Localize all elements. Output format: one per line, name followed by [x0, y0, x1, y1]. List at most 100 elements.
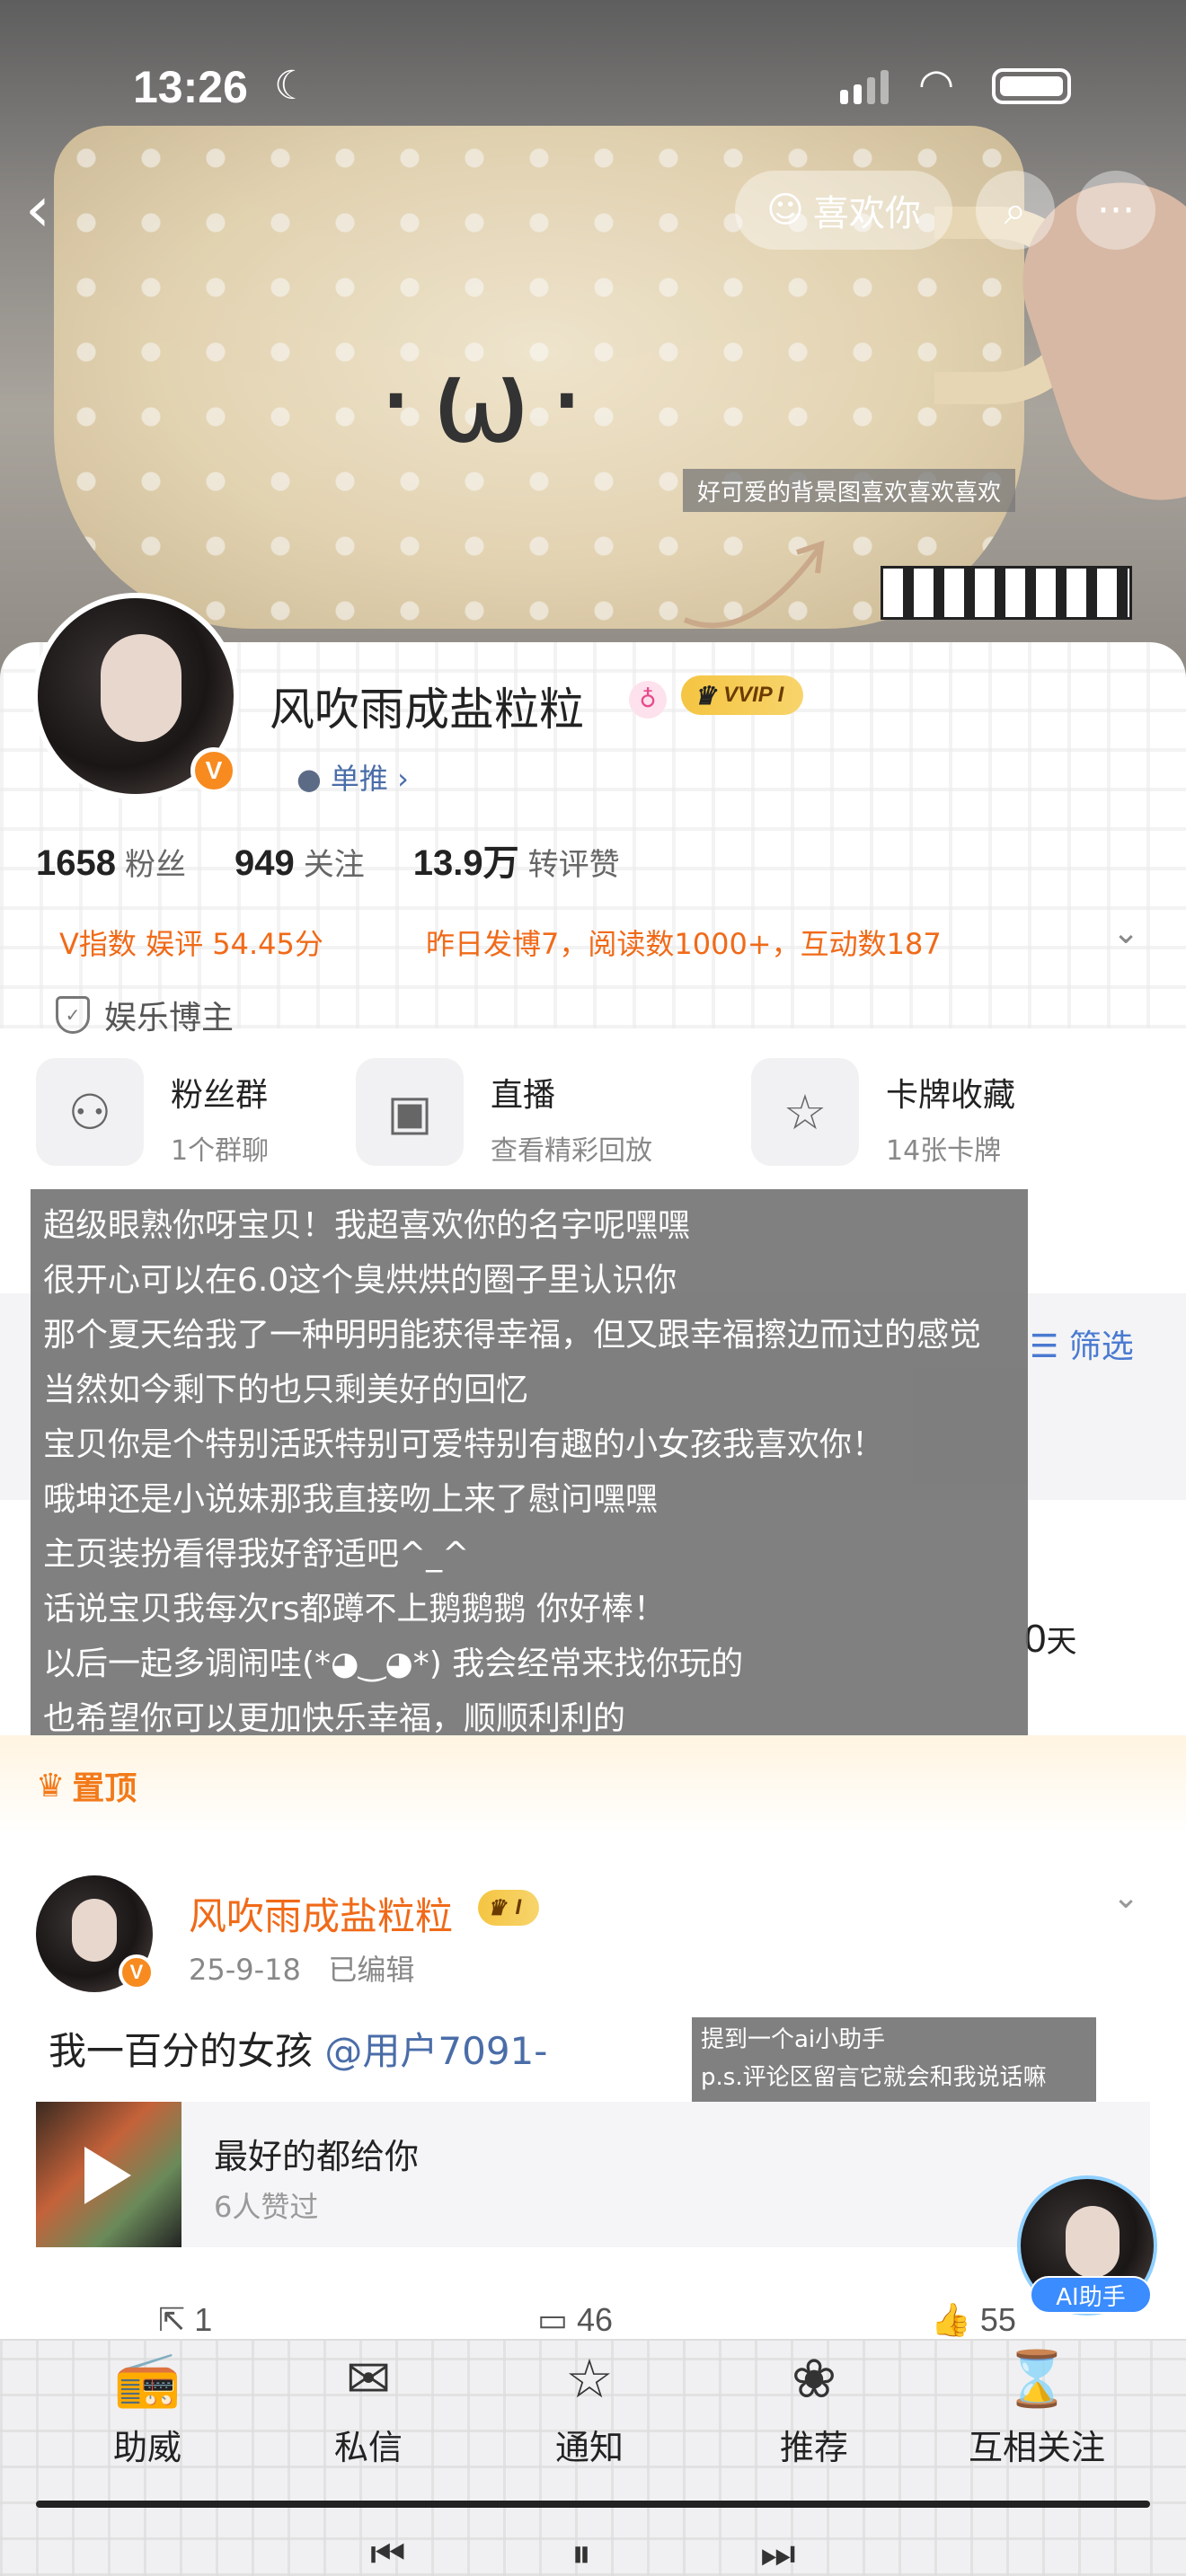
- fan-group-title: 粉丝群: [171, 1077, 269, 1114]
- post-author[interactable]: 风吹雨成盐粒粒: [189, 1886, 453, 1941]
- post-verified-badge: V: [119, 1954, 155, 1990]
- following-count: 949: [234, 843, 295, 883]
- v-index[interactable]: V指数 娱评 54.45分: [59, 922, 323, 963]
- note-line: 主页装扮看得我好舒适吧^_^: [43, 1536, 470, 1573]
- ai-note-line: p.s.评论区留言它就会和我说话嘛: [701, 2064, 1047, 2091]
- progress-bar[interactable]: [36, 2501, 1150, 2508]
- post-body: 我一百分的女孩: [49, 2029, 314, 2073]
- note-line: 宝贝你是个特别活跃特别可爱特别有趣的小女孩我喜欢你！: [43, 1426, 885, 1463]
- profile-name: 风吹雨成盐粒粒: [270, 684, 584, 736]
- post-level: I: [515, 1895, 522, 1919]
- following-label: 关注: [303, 847, 365, 883]
- arrow-doodle: [683, 540, 825, 629]
- rose-icon: ❀: [791, 2348, 837, 2411]
- tab-messages[interactable]: ✉ 私信: [279, 2339, 458, 2483]
- pause-icon[interactable]: ⏸: [571, 2531, 591, 2576]
- post-meta: 25-9-18 已编辑: [189, 1947, 414, 1989]
- repost-count: 1: [194, 2301, 213, 2338]
- activity-summary[interactable]: 昨日发博7，阅读数1000+，互动数187: [426, 922, 942, 963]
- shield-icon: ✓: [56, 996, 90, 1034]
- fan-group-entry[interactable]: ⚇ 粉丝群 1个群聊: [36, 1058, 269, 1175]
- comment-icon: ▭: [537, 2301, 569, 2338]
- thumbs-up-icon: 👍: [931, 2301, 971, 2338]
- like-count: 55: [979, 2301, 1016, 2338]
- person-icon: ●: [296, 762, 322, 796]
- post-edited: 已编辑: [328, 1953, 415, 1987]
- fan-group-sub: 1个群聊: [171, 1135, 270, 1167]
- tab-recommend[interactable]: ❀ 推荐: [724, 2339, 904, 2483]
- tab-label: 私信: [333, 2428, 403, 2467]
- comment-count: 46: [577, 2301, 614, 2338]
- crown-icon: ♛: [36, 1767, 66, 1804]
- player-controls: ⏮ ⏸ ⏭: [0, 2531, 1186, 2576]
- filter-label: 筛选: [1068, 1328, 1134, 1365]
- repost-button[interactable]: ⇱ 1: [158, 2301, 212, 2339]
- like-button[interactable]: 👍 55: [931, 2301, 1016, 2339]
- chevron-down-icon[interactable]: ⌄: [1112, 914, 1139, 951]
- status-bar: 13:26 ☾ ◠: [0, 0, 1186, 153]
- cup-face: ·ω·: [377, 332, 604, 469]
- background-note: 好可爱的背景图喜欢喜欢喜欢: [683, 469, 1015, 512]
- moon-icon: ☾: [274, 63, 310, 109]
- pink-badge-icon[interactable]: ♁: [629, 681, 667, 719]
- tv-icon: ▣: [356, 1058, 464, 1166]
- note-line: 超级眼熟你呀宝贝！我超喜欢你的名字呢嘿嘿: [43, 1207, 691, 1244]
- single-push-link[interactable]: ● 单推 ›: [296, 756, 409, 798]
- tab-label: 通知: [554, 2428, 624, 2467]
- live-entry[interactable]: ▣ 直播查看精彩回放: [356, 1058, 652, 1175]
- days-unit: 天: [1046, 1624, 1077, 1660]
- tab-mutual-follow[interactable]: ⌛ 互相关注: [947, 2339, 1127, 2483]
- back-button[interactable]: ‹: [25, 178, 97, 250]
- next-icon[interactable]: ⏭: [760, 2531, 796, 2576]
- rabbit-icon: ☺: [766, 190, 804, 231]
- following-stat[interactable]: 949 关注: [235, 840, 365, 884]
- envelope-icon: ✉: [345, 2348, 392, 2411]
- search-button[interactable]: ⌕: [976, 171, 1055, 250]
- repost-icon: ⇱: [158, 2301, 186, 2338]
- live-title: 直播: [491, 1077, 556, 1114]
- feature-row: ⚇ 粉丝群 1个群聊 ▣ 直播 查看精彩回放 ☆ 卡牌收藏 14张卡牌: [36, 1058, 1168, 1175]
- tab-label: 推荐: [779, 2428, 848, 2467]
- days-counter: 0天: [1024, 1617, 1076, 1662]
- album-cover: [36, 2102, 181, 2247]
- pinned-banner: [0, 1735, 1186, 1834]
- handwritten-note: 超级眼熟你呀宝贝！我超喜欢你的名字呢嘿嘿 很开心可以在6.0这个臭烘烘的圈子里认…: [31, 1189, 1028, 1757]
- more-button[interactable]: ···: [1076, 171, 1155, 250]
- note-line: 话说宝贝我每次rs都蹲不上鹅鹅鹅 你好棒！: [43, 1591, 667, 1628]
- previous-icon[interactable]: ⏮: [370, 2531, 406, 2576]
- more-icon: ···: [1097, 187, 1135, 234]
- post-actions: ⇱ 1 ▭ 46 👍 55: [0, 2301, 1186, 2339]
- piano-keys-decoration: [881, 566, 1132, 620]
- battery-icon: [992, 68, 1071, 104]
- followers-stat[interactable]: 1658 粉丝: [36, 840, 186, 884]
- post-mention[interactable]: @用户7091-: [324, 2029, 547, 2073]
- music-card[interactable]: 最好的都给你 6人赞过: [36, 2102, 1150, 2247]
- category-label: 娱乐博主: [104, 1000, 235, 1037]
- hourglass-icon: ⌛: [1003, 2348, 1071, 2411]
- speaker-icon: 📻: [113, 2348, 181, 2411]
- card-collection-entry[interactable]: ☆ 卡牌收藏 14张卡牌: [751, 1058, 1015, 1175]
- note-line: 当然如今剩下的也只剩美好的回忆: [43, 1372, 529, 1408]
- verified-badge: V: [190, 747, 237, 794]
- note-line: 以后一起多调闹哇(*◕‿◕*) 我会经常来找你玩的: [43, 1645, 744, 1682]
- filter-button[interactable]: ☰ 筛选: [1030, 1320, 1134, 1367]
- play-icon[interactable]: [84, 2147, 131, 2204]
- post-menu-chevron-icon[interactable]: ⌄: [1112, 1879, 1139, 1916]
- single-push-label: 单推: [330, 762, 388, 796]
- note-line: 很开心可以在6.0这个臭烘烘的圈子里认识你: [43, 1262, 677, 1299]
- tab-notifications[interactable]: ☆ 通知: [500, 2339, 679, 2483]
- live-sub: 查看精彩回放: [491, 1135, 652, 1167]
- like-you-button[interactable]: ☺ 喜欢你: [735, 171, 952, 250]
- post-level-badge: ♛ I: [478, 1890, 540, 1926]
- comment-button[interactable]: ▭ 46: [537, 2301, 613, 2339]
- crown-icon: ♛: [694, 681, 717, 710]
- card-collection-sub: 14张卡牌: [886, 1135, 1002, 1167]
- note-line: 那个夏天给我了一种明明能获得幸福，但又跟幸福擦边而过的感觉: [43, 1317, 982, 1354]
- tab-cheer[interactable]: 📻 助威: [58, 2339, 237, 2483]
- engagement-stat[interactable]: 13.9万 转评赞: [413, 834, 620, 886]
- vvip-badge[interactable]: ♛ VVIP I: [681, 675, 804, 715]
- ai-handwritten-note: 提到一个ai小助手 p.s.评论区留言它就会和我说话嘛: [692, 2017, 1096, 2104]
- signal-icon: [840, 70, 889, 104]
- post-date: 25-9-18: [189, 1953, 301, 1987]
- card-collection-title: 卡牌收藏: [886, 1077, 1016, 1114]
